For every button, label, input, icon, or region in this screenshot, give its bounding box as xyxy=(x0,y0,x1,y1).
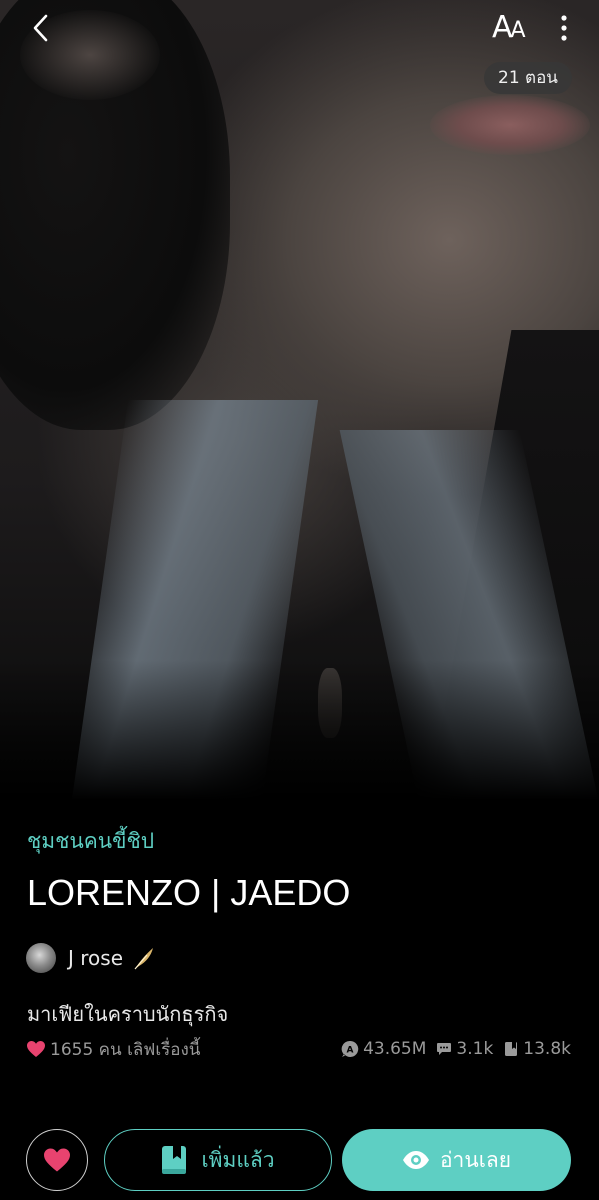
comments-stat: 3.1k xyxy=(436,1039,493,1059)
eye-icon xyxy=(402,1151,429,1169)
bookmark-book-icon xyxy=(162,1146,187,1174)
story-title: LORENZO | JAEDO xyxy=(27,872,351,913)
story-category[interactable]: ชุมชนคนขี้ชิป xyxy=(27,825,154,858)
love-button[interactable] xyxy=(26,1129,88,1191)
views-stat: A 43.65M xyxy=(341,1039,426,1059)
book-icon xyxy=(505,1042,518,1056)
heart-icon xyxy=(44,1148,70,1172)
back-button[interactable] xyxy=(26,12,56,44)
likes-stat: 1655 คน เลิฟเรื่องนี้ xyxy=(26,1036,200,1063)
cover-image xyxy=(0,0,599,800)
added-to-library-button[interactable]: เพิ่มแล้ว xyxy=(104,1129,332,1191)
svg-text:A: A xyxy=(347,1046,354,1056)
vertical-dots-icon xyxy=(561,15,567,41)
author-name: J rose xyxy=(68,946,123,970)
comment-icon xyxy=(437,1043,452,1055)
bookmarks-stat: 13.8k xyxy=(503,1039,571,1059)
story-tagline: มาเฟียในคราบนักธุรกิจ xyxy=(27,1002,229,1026)
feather-icon xyxy=(134,948,153,970)
likes-text: 1655 คน เลิฟเรื่องนี้ xyxy=(50,1039,201,1060)
views-count: 43.65M xyxy=(363,1039,427,1059)
font-size-button[interactable]: AA xyxy=(492,10,526,45)
heart-icon xyxy=(27,1041,45,1057)
font-size-label-big: A xyxy=(492,10,512,45)
bookmarks-count: 13.8k xyxy=(523,1039,571,1059)
avatar xyxy=(26,943,56,973)
author-row[interactable]: J rose xyxy=(26,942,157,974)
font-size-label-small: A xyxy=(510,18,526,43)
stats-row: 1655 คน เลิฟเรื่องนี้ A 43.65M 3.1k 13.8… xyxy=(26,1036,571,1062)
more-button[interactable] xyxy=(552,12,576,44)
chevron-left-icon xyxy=(33,14,48,42)
views-icon: A xyxy=(341,1040,359,1057)
read-now-button[interactable]: อ่านเลย xyxy=(342,1129,571,1191)
added-label: เพิ่มแล้ว xyxy=(201,1147,275,1172)
read-label: อ่านเลย xyxy=(439,1147,512,1172)
comments-count: 3.1k xyxy=(456,1039,494,1059)
episodes-badge: 21 ตอน xyxy=(484,62,572,94)
